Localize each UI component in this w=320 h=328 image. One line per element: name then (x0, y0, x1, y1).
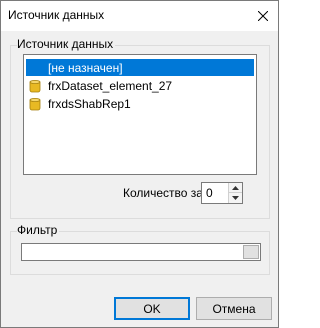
record-count-value[interactable]: 0 (206, 186, 213, 200)
window-title: Источник данных (8, 8, 105, 22)
filter-input[interactable] (21, 243, 261, 261)
spin-down-button[interactable] (229, 193, 242, 203)
ok-button[interactable]: OK (114, 297, 190, 320)
chevron-down-icon (232, 196, 239, 200)
dialog-window: Источник данных Источник данных [не назн… (0, 0, 279, 328)
database-icon (29, 79, 41, 92)
data-source-list[interactable]: [не назначен] frxDataset_element_27 frxd… (23, 54, 257, 175)
list-item[interactable]: frxdsShabRep1 (26, 95, 131, 112)
list-item[interactable]: frxDataset_element_27 (26, 77, 172, 94)
record-count-stepper[interactable]: 0 (201, 182, 243, 204)
list-item-label: [не назначен] (48, 60, 123, 75)
title-bar: Источник данных (1, 1, 278, 31)
filter-edit-button[interactable] (243, 245, 259, 259)
close-icon (258, 11, 268, 21)
data-source-group-label: Источник данных (17, 37, 116, 51)
database-icon (29, 97, 41, 110)
close-button[interactable] (248, 1, 278, 31)
list-item-label: frxDataset_element_27 (48, 78, 173, 93)
list-item-label: frxdsShabRep1 (48, 96, 131, 111)
filter-group-label: Фильтр (17, 223, 60, 237)
cancel-button[interactable]: Отмена (196, 297, 272, 320)
spin-up-button[interactable] (229, 183, 242, 193)
chevron-up-icon (232, 185, 239, 190)
list-item[interactable]: [не назначен] (26, 59, 254, 76)
